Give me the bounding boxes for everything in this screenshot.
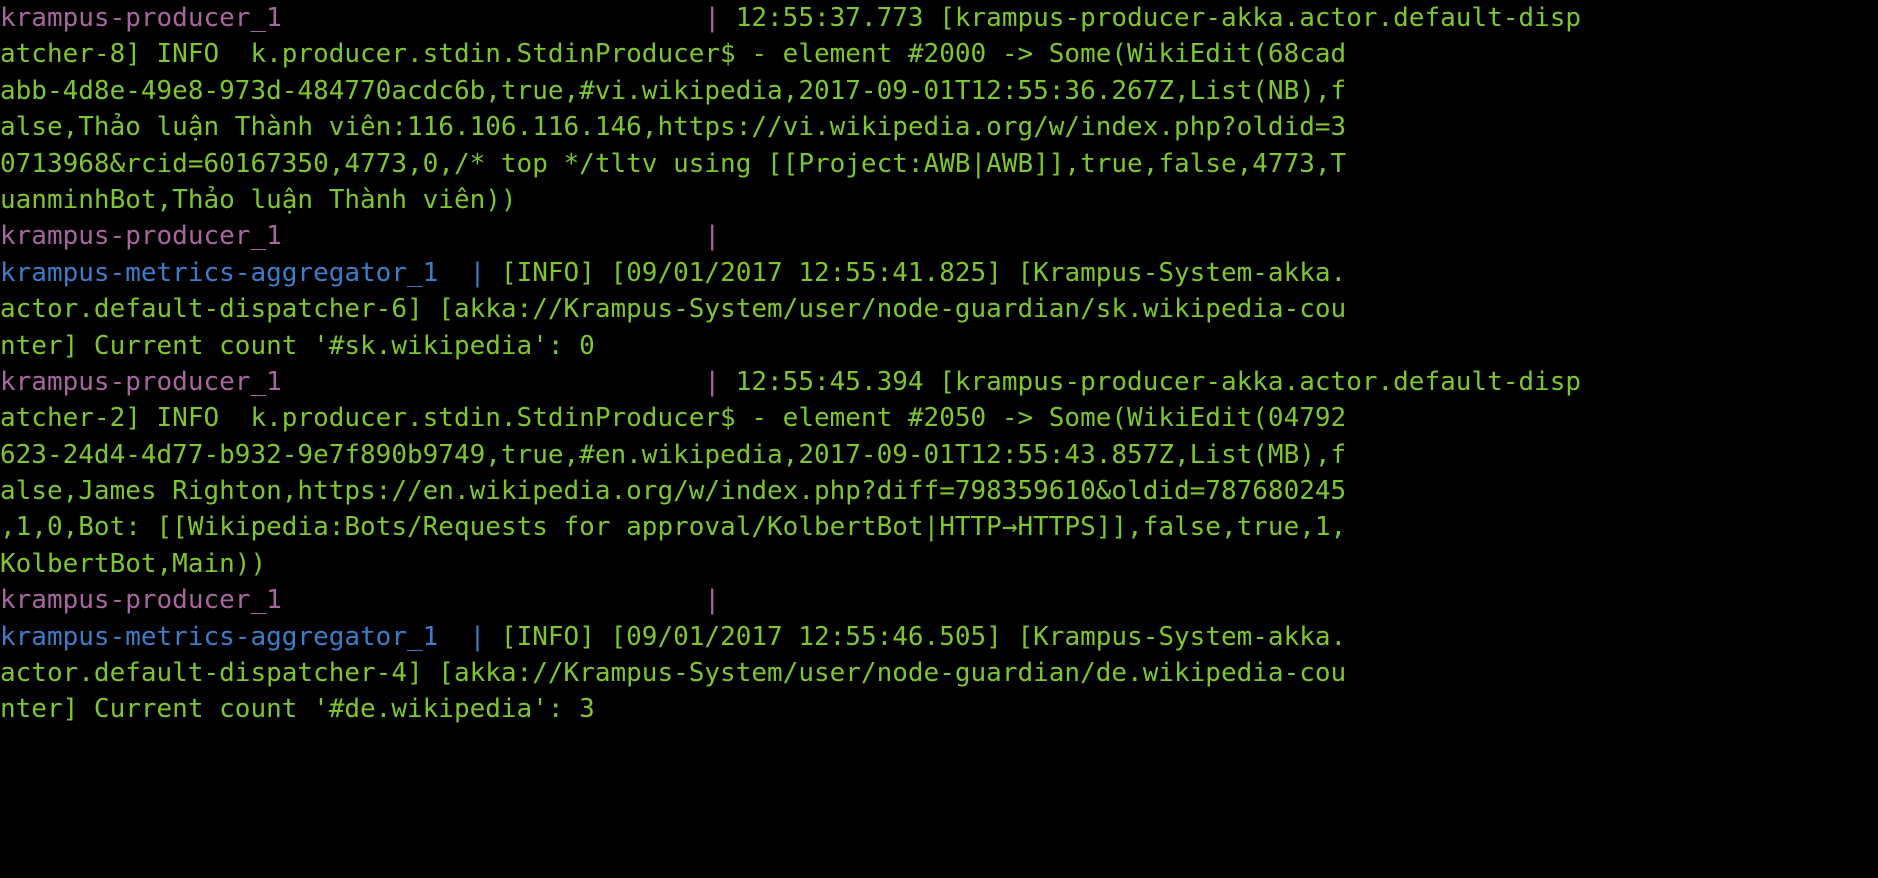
log-line: krampus-producer_1 |	[0, 582, 1878, 618]
log-message-text: nter] Current count '#de.wikipedia': 3	[0, 694, 595, 725]
log-line: alse,James Righton,https://en.wikipedia.…	[0, 473, 1878, 509]
log-message-text: atcher-2] INFO k.producer.stdin.StdinPro…	[0, 403, 1347, 434]
log-line: alse,Thảo luận Thành viên:116.106.116.14…	[0, 109, 1878, 145]
log-message-text: atcher-8] INFO k.producer.stdin.StdinPro…	[0, 39, 1347, 70]
log-pipe-separator: |	[704, 221, 721, 252]
log-line: nter] Current count '#de.wikipedia': 3	[0, 691, 1878, 727]
log-line: krampus-metrics-aggregator_1 | [INFO] [0…	[0, 255, 1878, 291]
log-pipe-separator: |	[469, 621, 501, 652]
log-line: 623-24d4-4d77-b932-9e7f890b9749,true,#en…	[0, 437, 1878, 473]
log-message-text: ,1,0,Bot: [[Wikipedia:Bots/Requests for …	[0, 512, 1347, 543]
log-line: krampus-metrics-aggregator_1 | [INFO] [0…	[0, 619, 1878, 655]
log-service-name: krampus-producer_1	[0, 585, 705, 616]
log-message-text: actor.default-dispatcher-6] [akka://Kram…	[0, 294, 1347, 325]
log-message-text: alse,Thảo luận Thành viên:116.106.116.14…	[0, 112, 1347, 143]
log-line: actor.default-dispatcher-4] [akka://Kram…	[0, 655, 1878, 691]
log-service-name: krampus-producer_1	[0, 3, 705, 33]
log-pipe-separator: |	[704, 585, 721, 616]
log-message-text: KolbertBot,Main))	[0, 548, 267, 579]
log-service-name: krampus-producer_1	[0, 221, 705, 252]
log-message-text: [INFO] [09/01/2017 12:55:41.825] [Krampu…	[500, 257, 1347, 288]
log-message-text: uanminhBot,Thảo luận Thành viên))	[0, 184, 517, 215]
log-line: uanminhBot,Thảo luận Thành viên))	[0, 182, 1878, 218]
log-line: 0713968&rcid=60167350,4773,0,/* top */tl…	[0, 146, 1878, 182]
log-message-text: actor.default-dispatcher-4] [akka://Kram…	[0, 658, 1347, 689]
log-pipe-separator: |	[469, 257, 501, 288]
log-message-text: 12:55:37.773 [krampus-producer-akka.acto…	[735, 3, 1581, 33]
log-service-name: krampus-metrics-aggregator_1	[0, 621, 470, 652]
log-line: krampus-producer_1 |	[0, 218, 1878, 254]
log-line: abb-4d8e-49e8-973d-484770acdc6b,true,#vi…	[0, 73, 1878, 109]
log-line: ,1,0,Bot: [[Wikipedia:Bots/Requests for …	[0, 509, 1878, 545]
log-message-text: nter] Current count '#sk.wikipedia': 0	[0, 330, 595, 361]
log-message-text: abb-4d8e-49e8-973d-484770acdc6b,true,#vi…	[0, 75, 1347, 106]
log-line: KolbertBot,Main))	[0, 546, 1878, 582]
log-line: atcher-8] INFO k.producer.stdin.StdinPro…	[0, 36, 1878, 72]
log-message-text: 0713968&rcid=60167350,4773,0,/* top */tl…	[0, 148, 1347, 179]
log-message-text: 623-24d4-4d77-b932-9e7f890b9749,true,#en…	[0, 439, 1347, 470]
log-pipe-separator: |	[704, 366, 736, 397]
log-line: nter] Current count '#sk.wikipedia': 0	[0, 328, 1878, 364]
log-line: krampus-producer_1 | 12:55:37.773 [kramp…	[0, 0, 1878, 36]
log-line: krampus-producer_1 | 12:55:45.394 [kramp…	[0, 364, 1878, 400]
log-service-name: krampus-producer_1	[0, 366, 705, 397]
log-line: atcher-2] INFO k.producer.stdin.StdinPro…	[0, 400, 1878, 436]
log-message-text: [INFO] [09/01/2017 12:55:46.505] [Krampu…	[500, 621, 1347, 652]
log-line: actor.default-dispatcher-6] [akka://Kram…	[0, 291, 1878, 327]
log-service-name: krampus-metrics-aggregator_1	[0, 257, 470, 288]
log-message-text: alse,James Righton,https://en.wikipedia.…	[0, 476, 1347, 507]
log-pipe-separator: |	[704, 3, 736, 33]
log-message-text: 12:55:45.394 [krampus-producer-akka.acto…	[735, 366, 1581, 397]
terminal-log-output[interactable]: krampus-producer_1 | 12:55:37.773 [kramp…	[0, 0, 1878, 878]
